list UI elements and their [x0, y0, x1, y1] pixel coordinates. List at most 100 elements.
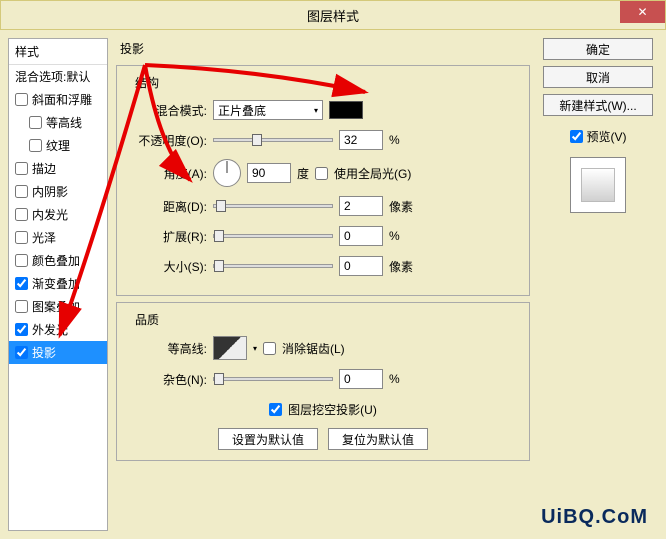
structure-legend: 结构	[131, 74, 163, 91]
panel-title: 投影	[116, 38, 530, 59]
preview-label: 预览(V)	[587, 128, 627, 145]
distance-label: 距离(D):	[131, 198, 207, 215]
opacity-input[interactable]	[339, 130, 383, 150]
sidebar-item-7[interactable]: 颜色叠加	[9, 249, 107, 272]
sidebar-checkbox-5[interactable]	[15, 208, 28, 221]
contour-label: 等高线:	[131, 340, 207, 357]
chevron-down-icon: ▾	[314, 106, 318, 115]
set-default-button[interactable]: 设置为默认值	[218, 428, 318, 450]
noise-slider[interactable]	[213, 377, 333, 381]
reset-default-button[interactable]: 复位为默认值	[328, 428, 428, 450]
sidebar-checkbox-8[interactable]	[15, 277, 28, 290]
sidebar-label-0: 斜面和浮雕	[32, 91, 92, 108]
size-unit: 像素	[389, 258, 413, 275]
sidebar-blend-default[interactable]: 混合选项:默认	[9, 65, 107, 88]
sidebar-checkbox-6[interactable]	[15, 231, 28, 244]
watermark: UiBQ.CoM	[541, 506, 648, 529]
sidebar-checkbox-3[interactable]	[15, 162, 28, 175]
sidebar-checkbox-11[interactable]	[15, 346, 28, 359]
sidebar-label-7: 颜色叠加	[32, 252, 80, 269]
sidebar-item-8[interactable]: 渐变叠加	[9, 272, 107, 295]
shadow-color-swatch[interactable]	[329, 101, 363, 119]
sidebar-header: 样式	[9, 39, 107, 65]
main-panel: 投影 结构 混合模式: 正片叠底▾ 不透明度(O): % 角度(A): 度	[116, 38, 530, 531]
preview-toggle-row: 预览(V)	[570, 128, 627, 145]
right-panel: 确定 取消 新建样式(W)... 预览(V)	[538, 38, 658, 531]
default-buttons-row: 设置为默认值 复位为默认值	[131, 428, 515, 450]
angle-input[interactable]	[247, 163, 291, 183]
opacity-slider[interactable]	[213, 138, 333, 142]
angle-unit: 度	[297, 165, 309, 182]
sidebar-checkbox-10[interactable]	[15, 323, 28, 336]
distance-unit: 像素	[389, 198, 413, 215]
sidebar-label-4: 内阴影	[32, 183, 68, 200]
noise-row: 杂色(N): %	[131, 368, 515, 390]
angle-label: 角度(A):	[131, 165, 207, 182]
cancel-button[interactable]: 取消	[543, 66, 653, 88]
size-row: 大小(S): 像素	[131, 255, 515, 277]
sidebar-checkbox-9[interactable]	[15, 300, 28, 313]
sidebar-item-9[interactable]: 图案叠加	[9, 295, 107, 318]
blend-mode-label: 混合模式:	[131, 102, 207, 119]
quality-legend: 品质	[131, 311, 163, 328]
blend-mode-select[interactable]: 正片叠底▾	[213, 100, 323, 120]
global-light-checkbox[interactable]	[315, 167, 328, 180]
antialias-label: 消除锯齿(L)	[282, 340, 345, 357]
sidebar-checkbox-4[interactable]	[15, 185, 28, 198]
size-input[interactable]	[339, 256, 383, 276]
opacity-row: 不透明度(O): %	[131, 129, 515, 151]
sidebar-label-8: 渐变叠加	[32, 275, 80, 292]
sidebar-item-5[interactable]: 内发光	[9, 203, 107, 226]
sidebar-item-1[interactable]: 等高线	[9, 111, 107, 134]
sidebar-label-6: 光泽	[32, 229, 56, 246]
content-area: 样式 混合选项:默认 斜面和浮雕等高线纹理描边内阴影内发光光泽颜色叠加渐变叠加图…	[0, 30, 666, 539]
spread-label: 扩展(R):	[131, 228, 207, 245]
spread-input[interactable]	[339, 226, 383, 246]
contour-row: 等高线: ▾ 消除锯齿(L)	[131, 336, 515, 360]
distance-row: 距离(D): 像素	[131, 195, 515, 217]
knockout-row: 图层挖空投影(U)	[131, 398, 515, 420]
structure-group: 结构 混合模式: 正片叠底▾ 不透明度(O): % 角度(A): 度	[116, 65, 530, 296]
contour-picker[interactable]	[213, 336, 247, 360]
sidebar-item-2[interactable]: 纹理	[9, 134, 107, 157]
sidebar-item-0[interactable]: 斜面和浮雕	[9, 88, 107, 111]
close-button[interactable]: ✕	[620, 1, 665, 23]
spread-row: 扩展(R): %	[131, 225, 515, 247]
distance-slider[interactable]	[213, 204, 333, 208]
global-light-label: 使用全局光(G)	[334, 165, 411, 182]
sidebar-checkbox-0[interactable]	[15, 93, 28, 106]
preview-checkbox[interactable]	[570, 130, 583, 143]
window-title: 图层样式	[307, 6, 359, 25]
size-label: 大小(S):	[131, 258, 207, 275]
spread-unit: %	[389, 229, 400, 243]
noise-input[interactable]	[339, 369, 383, 389]
sidebar-label-2: 纹理	[46, 137, 70, 154]
sidebar-item-4[interactable]: 内阴影	[9, 180, 107, 203]
sidebar-checkbox-7[interactable]	[15, 254, 28, 267]
sidebar-item-3[interactable]: 描边	[9, 157, 107, 180]
angle-dial[interactable]	[213, 159, 241, 187]
antialias-checkbox[interactable]	[263, 342, 276, 355]
ok-button[interactable]: 确定	[543, 38, 653, 60]
preview-swatch	[581, 168, 615, 202]
angle-row: 角度(A): 度 使用全局光(G)	[131, 159, 515, 187]
distance-input[interactable]	[339, 196, 383, 216]
sidebar-item-11[interactable]: 投影	[9, 341, 107, 364]
new-style-button[interactable]: 新建样式(W)...	[543, 94, 653, 116]
opacity-label: 不透明度(O):	[131, 132, 207, 149]
size-slider[interactable]	[213, 264, 333, 268]
sidebar-label-3: 描边	[32, 160, 56, 177]
blend-mode-row: 混合模式: 正片叠底▾	[131, 99, 515, 121]
chevron-down-icon[interactable]: ▾	[253, 344, 257, 353]
knockout-label: 图层挖空投影(U)	[288, 401, 377, 418]
sidebar-checkbox-1[interactable]	[29, 116, 42, 129]
preview-box	[570, 157, 626, 213]
sidebar-item-6[interactable]: 光泽	[9, 226, 107, 249]
sidebar-item-10[interactable]: 外发光	[9, 318, 107, 341]
sidebar-label-9: 图案叠加	[32, 298, 80, 315]
knockout-checkbox[interactable]	[269, 403, 282, 416]
opacity-unit: %	[389, 133, 400, 147]
spread-slider[interactable]	[213, 234, 333, 238]
sidebar-checkbox-2[interactable]	[29, 139, 42, 152]
quality-group: 品质 等高线: ▾ 消除锯齿(L) 杂色(N): % 图层挖空投影(U) 设置为…	[116, 302, 530, 461]
